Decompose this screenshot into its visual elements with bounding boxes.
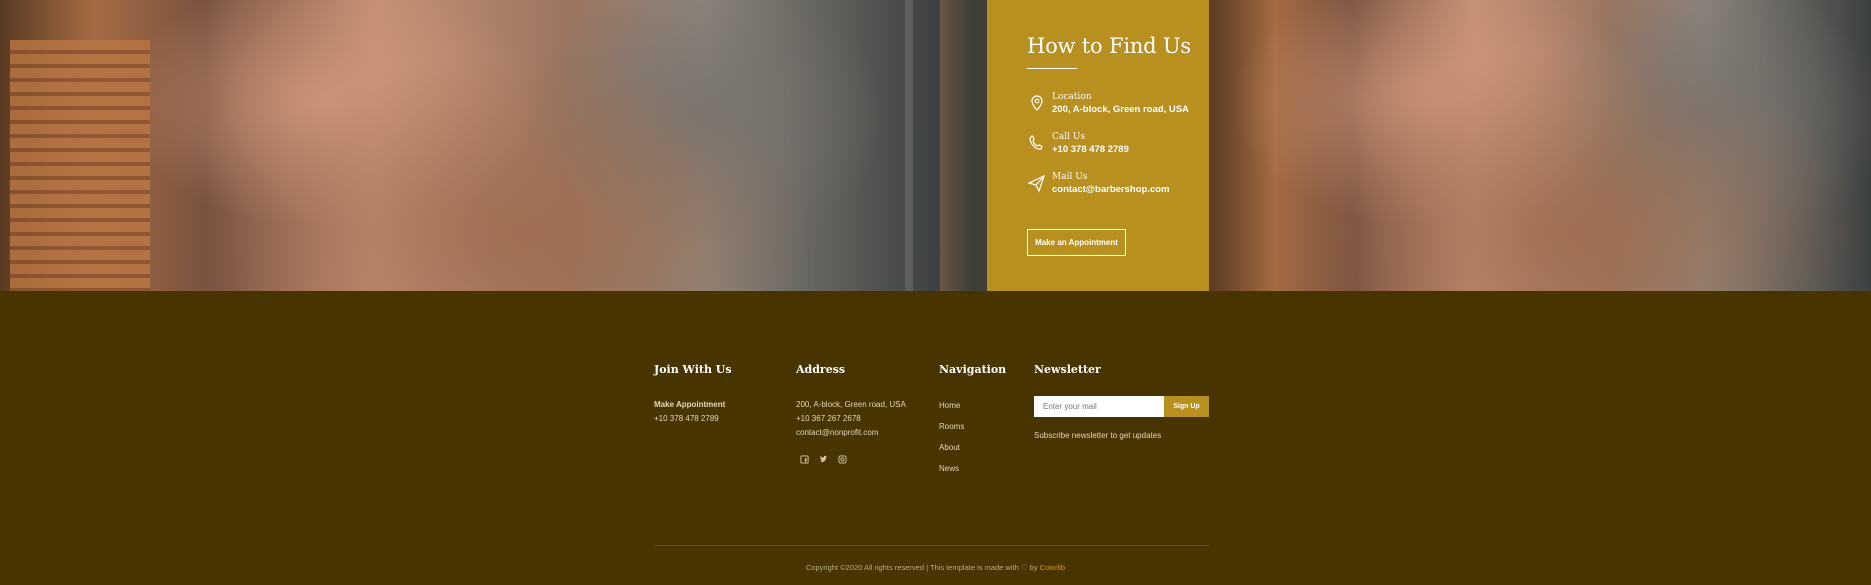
newsletter-note: Subscribe newsletter to get updates — [1034, 431, 1162, 440]
address-title: Address — [796, 363, 846, 376]
mail-row: Mail Us contact@barbershop.com — [1027, 171, 1209, 197]
footer: Join With Us Make Appointment +10 378 47… — [0, 291, 1871, 585]
copyright: Copyright ©2020 All rights reserved | Th… — [0, 563, 1871, 572]
location-label: Location — [1052, 92, 1092, 102]
footer-divider — [654, 545, 1209, 546]
barber-photo-right — [1209, 0, 1871, 291]
address-line-3[interactable]: contact@nonprofit.com — [796, 426, 906, 440]
newsletter-title: Newsletter — [1034, 363, 1101, 376]
twitter-icon[interactable] — [819, 455, 828, 464]
mail-value[interactable]: contact@barbershop.com — [1052, 183, 1169, 197]
facebook-icon[interactable] — [800, 455, 809, 464]
barber-photo-left — [0, 0, 940, 291]
address-line-1: 200, A-block, Green road, USA — [796, 400, 906, 409]
title-underline — [1027, 68, 1077, 69]
nav-rooms[interactable]: Rooms — [939, 422, 964, 443]
join-line-2: +10 378 478 2789 — [654, 414, 719, 423]
location-value: 200, A-block, Green road, USA — [1052, 104, 1189, 115]
nav-about[interactable]: About — [939, 443, 964, 464]
address-text: 200, A-block, Green road, USA +10 367 26… — [796, 398, 906, 440]
map-pin-icon — [1031, 95, 1043, 111]
paper-plane-icon — [1027, 174, 1046, 193]
call-label: Call Us — [1052, 132, 1086, 142]
location-row: Location 200, A-block, Green road, USA — [1027, 91, 1209, 117]
join-title: Join With Us — [654, 363, 732, 376]
make-appointment-button[interactable]: Make an Appointment — [1027, 229, 1126, 256]
sign-up-button[interactable]: Sign Up — [1164, 396, 1209, 417]
find-us-card: How to Find Us Location 200, A-block, Gr… — [987, 0, 1209, 291]
colorlib-link[interactable]: Colorlib — [1040, 563, 1065, 572]
join-text: Make Appointment +10 378 478 2789 — [654, 398, 725, 426]
newsletter-email-input[interactable] — [1034, 396, 1164, 417]
copyright-text: Copyright ©2020 All rights reserved | Th… — [805, 563, 1040, 572]
mail-label: Mail Us — [1052, 172, 1088, 182]
navigation-title: Navigation — [939, 363, 1007, 376]
find-us-title: How to Find Us — [1027, 34, 1191, 58]
address-line-2: +10 367 267 2678 — [796, 414, 861, 423]
nav-home[interactable]: Home — [939, 401, 964, 422]
phone-icon — [1029, 135, 1043, 150]
join-line-1[interactable]: Make Appointment — [654, 398, 725, 412]
footer-nav: Home Rooms About News — [939, 401, 964, 485]
social-links — [800, 455, 847, 464]
call-row: Call Us +10 378 478 2789 — [1027, 131, 1209, 157]
instagram-icon[interactable] — [838, 455, 847, 464]
call-value: +10 378 478 2789 — [1052, 144, 1129, 155]
nav-news[interactable]: News — [939, 464, 964, 485]
hero-section: How to Find Us Location 200, A-block, Gr… — [0, 0, 1871, 291]
